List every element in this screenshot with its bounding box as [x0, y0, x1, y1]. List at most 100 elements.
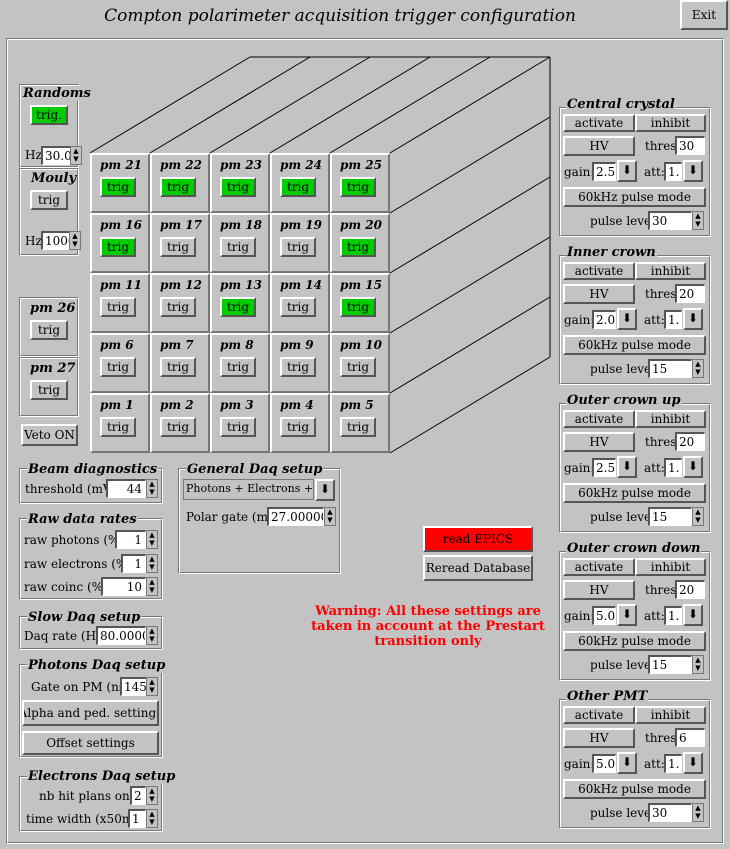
att-dropdown-icon[interactable]: ⬇ [683, 308, 703, 330]
beam-threshold-input[interactable]: 44 [106, 479, 146, 498]
pm-trig-button[interactable]: trig [280, 177, 316, 197]
pm-trig-button[interactable]: trig [280, 237, 316, 257]
activate-button[interactable]: activate [563, 114, 635, 132]
electrons-nb-spinner[interactable]: ▲ ▼ [146, 786, 158, 805]
att-dropdown-icon[interactable]: ⬇ [683, 456, 703, 478]
activate-button[interactable]: activate [563, 262, 635, 280]
photons-gate-spinner[interactable]: ▲ ▼ [146, 677, 158, 696]
att-input[interactable]: 1. [664, 606, 682, 625]
polar-gate-spinner[interactable]: ▲ ▼ [324, 507, 336, 526]
daq-mode-select[interactable]: Photons + Electrons + co [183, 479, 314, 500]
thres-input[interactable]: 20 [675, 432, 705, 451]
pm-trig-button[interactable]: trig [340, 357, 376, 377]
inhibit-button[interactable]: inhibit [635, 262, 706, 280]
pm-trig-button[interactable]: trig [280, 417, 316, 437]
activate-button[interactable]: activate [563, 706, 635, 724]
pulse-level-input[interactable]: 30 [648, 211, 692, 230]
electrons-nb-input[interactable]: 2 [130, 786, 146, 805]
pm-trig-button[interactable]: trig [160, 237, 196, 257]
att-input[interactable]: 1. [664, 310, 682, 329]
gain-dropdown-icon[interactable]: ⬇ [617, 456, 637, 478]
pulse-mode-button[interactable]: 60kHz pulse mode [563, 483, 706, 503]
pulse-level-input[interactable]: 30 [648, 803, 692, 822]
pm-trig-button[interactable]: trig [100, 177, 136, 197]
pm-trig-button[interactable]: trig [160, 417, 196, 437]
gain-dropdown-icon[interactable]: ⬇ [617, 308, 637, 330]
offset-settings-button[interactable]: Offset settings [22, 731, 159, 755]
pm-trig-button[interactable]: trig [280, 357, 316, 377]
daq-mode-dropdown-icon[interactable]: ⬇ [315, 479, 335, 501]
att-input[interactable]: 1. [664, 162, 682, 181]
pulse-level-spinner[interactable]: ▲ ▼ [692, 359, 704, 378]
pm-trig-button[interactable]: trig [340, 177, 376, 197]
thres-input[interactable]: 20 [675, 580, 705, 599]
read-epics-button[interactable]: read EPICS [423, 526, 533, 552]
hv-button[interactable]: HV [563, 136, 635, 156]
pm-trig-button[interactable]: trig [220, 417, 256, 437]
electrons-tw-spinner[interactable]: ▲ ▼ [146, 809, 158, 828]
pm-trig-button[interactable]: trig [160, 297, 196, 317]
att-dropdown-icon[interactable]: ⬇ [683, 752, 703, 774]
att-dropdown-icon[interactable]: ⬇ [683, 160, 703, 182]
pm-trig-button[interactable]: trig [160, 177, 196, 197]
pm-trig-button[interactable]: trig [220, 357, 256, 377]
thres-input[interactable]: 6 [675, 728, 705, 747]
slow-rate-spinner[interactable]: ▲ ▼ [146, 626, 158, 645]
pulse-level-input[interactable]: 15 [648, 359, 692, 378]
pm-trig-button[interactable]: trig [340, 417, 376, 437]
inhibit-button[interactable]: inhibit [635, 558, 706, 576]
att-dropdown-icon[interactable]: ⬇ [683, 604, 703, 626]
thres-input[interactable]: 20 [675, 284, 705, 303]
raw-photons-spinner[interactable]: ▲ ▼ [146, 530, 158, 549]
pulse-mode-button[interactable]: 60kHz pulse mode [563, 187, 706, 207]
pm-trig-button[interactable]: trig [340, 297, 376, 317]
pulse-level-input[interactable]: 15 [648, 507, 692, 526]
pulse-mode-button[interactable]: 60kHz pulse mode [563, 779, 706, 799]
slow-rate-input[interactable]: 80.00000 [96, 626, 146, 645]
pm-trig-button[interactable]: trig [280, 297, 316, 317]
gain-dropdown-icon[interactable]: ⬇ [617, 160, 637, 182]
pm-trig-button[interactable]: trig [100, 357, 136, 377]
pulse-level-spinner[interactable]: ▲ ▼ [692, 803, 704, 822]
reread-database-button[interactable]: Reread Database [423, 555, 533, 581]
inhibit-button[interactable]: inhibit [635, 706, 706, 724]
gain-input[interactable]: 5.05 [592, 754, 616, 773]
gain-input[interactable]: 2.01 [592, 310, 616, 329]
att-input[interactable]: 1. [664, 754, 682, 773]
pm-trig-button[interactable]: trig [100, 237, 136, 257]
gain-dropdown-icon[interactable]: ⬇ [617, 752, 637, 774]
hv-button[interactable]: HV [563, 580, 635, 600]
inhibit-button[interactable]: inhibit [635, 410, 706, 428]
hv-button[interactable]: HV [563, 284, 635, 304]
polar-gate-input[interactable]: 27.000000 [267, 507, 324, 526]
gain-input[interactable]: 2.50 [592, 458, 616, 477]
raw-coinc-input[interactable]: 10 [101, 577, 146, 596]
pulse-level-input[interactable]: 15 [648, 655, 692, 674]
activate-button[interactable]: activate [563, 558, 635, 576]
pulse-level-spinner[interactable]: ▲ ▼ [692, 211, 704, 230]
raw-coinc-spinner[interactable]: ▲ ▼ [146, 577, 158, 596]
hv-button[interactable]: HV [563, 432, 635, 452]
pulse-level-spinner[interactable]: ▲ ▼ [692, 655, 704, 674]
gain-input[interactable]: 5.05 [592, 606, 616, 625]
pulse-mode-button[interactable]: 60kHz pulse mode [563, 631, 706, 651]
beam-threshold-spinner[interactable]: ▲ ▼ [146, 479, 158, 498]
att-input[interactable]: 1. [664, 458, 682, 477]
photons-gate-input[interactable]: 145. [120, 677, 147, 696]
gain-input[interactable]: 2.50 [592, 162, 616, 181]
gain-dropdown-icon[interactable]: ⬇ [617, 604, 637, 626]
pm-trig-button[interactable]: trig [220, 177, 256, 197]
hv-button[interactable]: HV [563, 728, 635, 748]
pm-trig-button[interactable]: trig [160, 357, 196, 377]
pm-trig-button[interactable]: trig [340, 237, 376, 257]
raw-electrons-spinner[interactable]: ▲ ▼ [146, 554, 158, 573]
pulse-mode-button[interactable]: 60kHz pulse mode [563, 335, 706, 355]
raw-electrons-input[interactable]: 1 [121, 554, 146, 573]
alpha-ped-button[interactable]: Alpha and ped. settings [22, 700, 159, 726]
pulse-level-spinner[interactable]: ▲ ▼ [692, 507, 704, 526]
inhibit-button[interactable]: inhibit [635, 114, 706, 132]
activate-button[interactable]: activate [563, 410, 635, 428]
pm-trig-button[interactable]: trig [100, 297, 136, 317]
thres-input[interactable]: 30 [675, 136, 705, 155]
pm-trig-button[interactable]: trig [220, 237, 256, 257]
